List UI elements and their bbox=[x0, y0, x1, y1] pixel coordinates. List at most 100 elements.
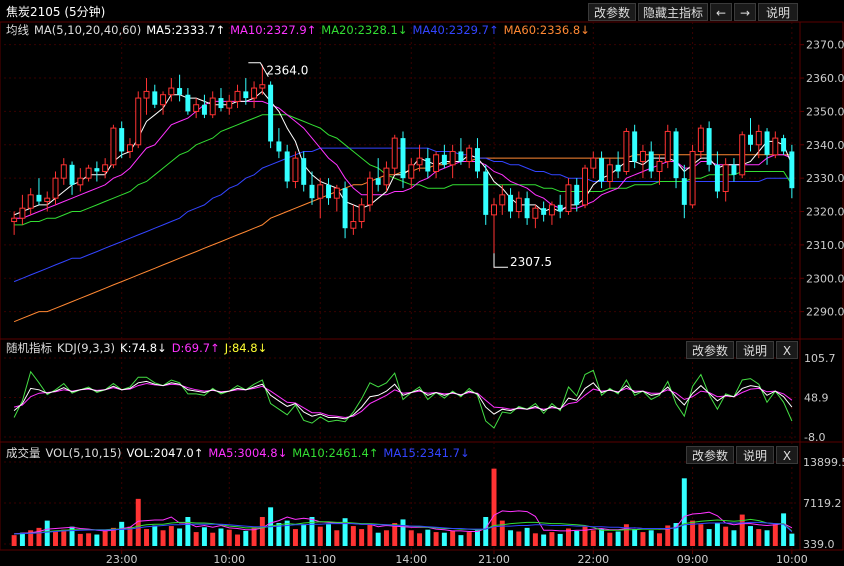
kdj-help-button[interactable]: 说明 bbox=[736, 341, 774, 359]
volume-bar bbox=[44, 520, 50, 546]
candle-body bbox=[284, 151, 290, 182]
volume-bar bbox=[359, 529, 365, 546]
candle-body bbox=[168, 87, 175, 96]
edit-params-button[interactable]: 改参数 bbox=[588, 3, 636, 21]
volume-bar bbox=[698, 524, 704, 546]
candle-body bbox=[789, 151, 795, 189]
candle-body bbox=[772, 137, 779, 156]
volume-bar bbox=[764, 530, 770, 546]
kdj-legend-item: K:74.8↓ bbox=[120, 341, 167, 355]
volume-bar bbox=[292, 529, 298, 546]
candle-body bbox=[268, 84, 274, 142]
volume-bar bbox=[201, 527, 207, 546]
volume-bar bbox=[466, 532, 472, 546]
kdj-close-button[interactable]: X bbox=[776, 341, 798, 359]
candle-body bbox=[623, 130, 630, 172]
candle-body bbox=[251, 87, 258, 99]
volume-bar bbox=[309, 516, 315, 546]
kdj-edit-params-button[interactable]: 改参数 bbox=[686, 341, 734, 359]
volume-bar bbox=[433, 532, 439, 546]
candle-body bbox=[499, 194, 506, 206]
candle-body bbox=[234, 90, 241, 102]
prev-arrow-button[interactable]: ← bbox=[710, 3, 732, 21]
chart-title: 焦炭2105 (5分钟) bbox=[6, 5, 106, 19]
candle-body bbox=[110, 127, 117, 166]
hide-main-indicator-button[interactable]: 隐藏主指标 bbox=[638, 3, 708, 21]
candle-body bbox=[102, 164, 109, 172]
price-tick-label: 2370.0 bbox=[806, 39, 844, 52]
candle-body bbox=[27, 194, 34, 209]
volume-bar bbox=[185, 516, 191, 546]
candle-body bbox=[160, 94, 167, 106]
volume-bar bbox=[11, 535, 17, 546]
price-tick-label: 2340.0 bbox=[806, 139, 844, 152]
candle-body bbox=[739, 134, 746, 176]
candle-body bbox=[143, 90, 150, 99]
price-tick-label: 2360.0 bbox=[806, 72, 844, 85]
volume-bar bbox=[102, 530, 108, 546]
kdj-legend-item: KDJ(9,3,3) bbox=[57, 341, 115, 355]
volume-bar bbox=[408, 530, 414, 546]
main-legend: 均线 MA(5,10,20,40,60) MA5:2333.7↑ MA10:2327.… bbox=[6, 23, 590, 37]
time-tick-label: 09:00 bbox=[677, 553, 709, 566]
volume-bar bbox=[259, 516, 265, 546]
volume-bar bbox=[383, 530, 389, 546]
next-arrow-button[interactable]: → bbox=[734, 3, 756, 21]
low-price-label: 2307.5 bbox=[510, 255, 552, 269]
candle-body bbox=[681, 178, 687, 205]
candle-body bbox=[276, 141, 282, 152]
volume-bar bbox=[61, 529, 67, 546]
vol-help-button[interactable]: 说明 bbox=[736, 446, 774, 464]
vol-legend-item: VOL:2047.0↑ bbox=[127, 446, 204, 460]
candle-body bbox=[375, 178, 381, 185]
volume-bar bbox=[284, 520, 290, 546]
main-legend-item: MA10:2327.9↑ bbox=[230, 23, 316, 37]
candle-body bbox=[333, 187, 340, 199]
volume-bar bbox=[193, 532, 199, 546]
candle-body bbox=[656, 160, 663, 172]
volume-bar bbox=[681, 478, 687, 546]
candle-body bbox=[226, 100, 233, 109]
help-button[interactable]: 说明 bbox=[758, 3, 798, 21]
volume-bar bbox=[524, 527, 530, 546]
time-tick-label: 10:00 bbox=[776, 553, 808, 566]
main-legend-item: 均线 bbox=[6, 23, 29, 37]
candle-body bbox=[342, 188, 348, 229]
volume-bar bbox=[326, 524, 332, 546]
vol-legend-item: MA5:3004.8↓ bbox=[208, 446, 287, 460]
candle-body bbox=[209, 97, 216, 116]
vol-legend-item: MA15:2341.7↓ bbox=[383, 446, 469, 460]
candle-body bbox=[697, 127, 704, 152]
candle-body bbox=[309, 184, 315, 199]
candle-body bbox=[574, 184, 580, 205]
time-tick-label: 22:00 bbox=[577, 553, 609, 566]
candle-body bbox=[748, 134, 753, 145]
candle-body bbox=[632, 131, 638, 162]
candle-body bbox=[185, 94, 191, 112]
candle-body bbox=[582, 167, 589, 206]
candle-body bbox=[358, 204, 365, 223]
candle-body bbox=[524, 198, 530, 219]
volume-bar bbox=[706, 529, 712, 546]
vol-close-button[interactable]: X bbox=[776, 446, 798, 464]
volume-bar bbox=[714, 523, 720, 546]
volume-bar bbox=[334, 530, 340, 546]
volume-bar bbox=[731, 530, 737, 546]
volume-bar bbox=[549, 532, 555, 546]
candle-body bbox=[317, 184, 324, 199]
volume-bar bbox=[450, 530, 456, 546]
price-tick-label: 2320.0 bbox=[806, 206, 844, 219]
candle-body bbox=[755, 130, 762, 146]
candle-body bbox=[565, 184, 572, 213]
candle-body bbox=[193, 104, 200, 112]
volume-bar bbox=[160, 530, 166, 546]
volume-bar bbox=[781, 513, 787, 546]
candle-body bbox=[11, 217, 18, 223]
candle-body bbox=[474, 148, 480, 172]
candle-body bbox=[483, 171, 489, 215]
vol-edit-params-button[interactable]: 改参数 bbox=[686, 446, 734, 464]
kdj-legend-item: D:69.7↑ bbox=[172, 341, 220, 355]
volume-bar bbox=[632, 529, 638, 546]
candle-body bbox=[416, 157, 423, 166]
kdj-legend-item: J:84.8↓ bbox=[224, 341, 268, 355]
